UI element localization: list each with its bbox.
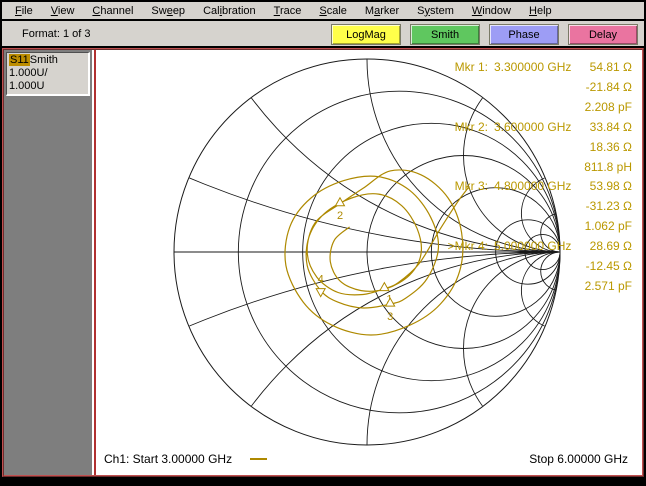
marker-value: 28.69 Ω xyxy=(589,239,632,253)
trace-marker-3-digit: 3 xyxy=(387,311,393,323)
trace-scale-label: 1.000U/ xyxy=(9,67,48,79)
stop-frequency-label: Stop 6.00000 GHz xyxy=(529,452,628,466)
vna-application-window: { "window": {"width": 646, "height": 486… xyxy=(0,0,646,486)
trace-status-box[interactable]: S11Smith 1.000U/ 1.000U xyxy=(6,52,90,96)
trace-marker-2-digit: 2 xyxy=(337,210,343,222)
menu-trace[interactable]: Trace xyxy=(265,4,311,18)
marker-value: 53.98 Ω xyxy=(589,179,632,193)
marker-label: >Mkr 4: xyxy=(447,239,488,253)
marker-value: -31.23 Ω xyxy=(585,199,632,213)
marker-value: -12.45 Ω xyxy=(585,259,632,273)
marker-value: -21.84 Ω xyxy=(585,80,632,94)
menu-view[interactable]: View xyxy=(42,4,84,18)
trace-color-key xyxy=(250,458,268,460)
trace-marker-4-triangle xyxy=(315,288,327,298)
trace-parameter-badge: S11 xyxy=(9,54,30,66)
marker-value: 2.208 pF xyxy=(584,100,632,114)
trace-format-label: Smith xyxy=(29,54,58,66)
menu-window[interactable]: Window xyxy=(463,4,520,18)
marker-value: 18.36 Ω xyxy=(589,140,632,154)
menu-channel[interactable]: Channel xyxy=(83,4,142,18)
format-button-phase[interactable]: Phase xyxy=(489,24,559,45)
menu-file[interactable]: File xyxy=(6,4,42,18)
marker-value: 54.81 Ω xyxy=(589,60,632,74)
trace-status-line1: S11Smith xyxy=(9,54,86,67)
trace-marker-4-digit: 4 xyxy=(318,274,324,286)
marker-value: 33.84 Ω xyxy=(589,120,632,134)
smith-chart-plot-area: 1234 Mkr 1:3.300000 GHz54.81 Ω-21.84 Ω2.… xyxy=(94,50,642,475)
measurement-window: S11Smith 1.000U/ 1.000U 1234 Mkr 1:3.300… xyxy=(2,48,644,477)
format-button-delay[interactable]: Delay xyxy=(568,24,638,45)
marker-value: 2.571 pF xyxy=(584,279,632,293)
format-toolbar: Format: 1 of 3 LogMag Smith Phase Delay xyxy=(2,21,644,46)
format-button-logmag[interactable]: LogMag xyxy=(331,24,401,45)
menu-sweep[interactable]: Sweep xyxy=(142,4,194,18)
menu-marker[interactable]: Marker xyxy=(356,4,408,18)
menu-scale[interactable]: Scale xyxy=(310,4,356,18)
format-label: Format: 1 of 3 xyxy=(22,27,91,40)
marker-value: 1.062 pF xyxy=(584,219,632,233)
marker-label: Mkr 2: xyxy=(454,120,488,134)
menu-calibration[interactable]: Calibration xyxy=(194,4,265,18)
menu-bar: File View Channel Sweep Calibration Trace Scal… xyxy=(2,2,644,19)
marker-label: Mkr 1: xyxy=(454,60,488,74)
trace-status-sidebar: S11Smith 1.000U/ 1.000U xyxy=(4,50,94,475)
channel-start-status: Ch1: Start 3.00000 GHz xyxy=(104,452,268,466)
start-frequency-label: Ch1: Start 3.00000 GHz xyxy=(104,452,233,466)
format-buttons: LogMag Smith Phase Delay xyxy=(331,24,638,45)
trace-reference-label: 1.000U xyxy=(9,80,45,92)
menu-help[interactable]: Help xyxy=(520,4,561,18)
marker-value: 811.8 pH xyxy=(584,160,632,174)
trace-marker-1-triangle xyxy=(379,281,390,292)
format-button-smith[interactable]: Smith xyxy=(410,24,480,45)
menu-system[interactable]: System xyxy=(408,4,463,18)
marker-label: Mkr 3: xyxy=(454,179,488,193)
